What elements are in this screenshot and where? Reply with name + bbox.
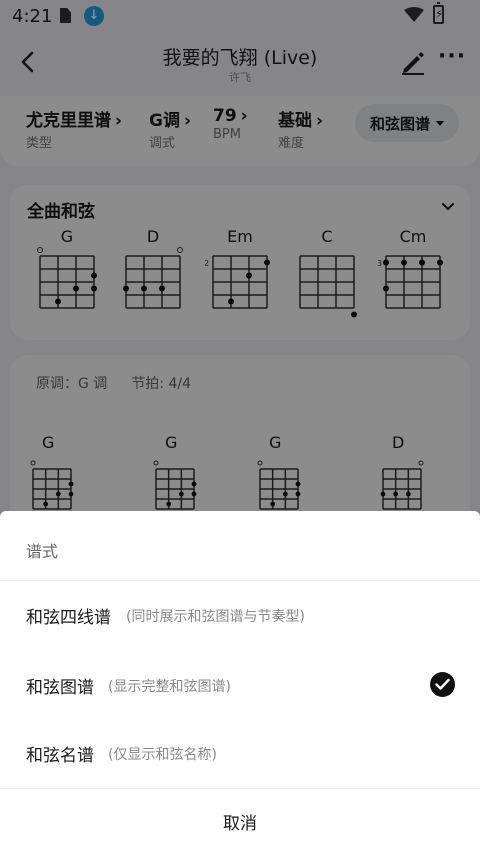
option-label: 和弦图谱 — [26, 678, 94, 698]
cancel-label: 取消 — [223, 814, 257, 834]
option-tab-chords[interactable]: 和弦四线谱 (同时展示和弦图谱与节奏型) — [0, 581, 480, 649]
option-label: 和弦名谱 — [26, 746, 94, 766]
cancel-button[interactable]: 取消 — [0, 789, 480, 853]
song-page: 4:21 ↓ ⚡ 我要的飞翔 (Live) 许飞 ··· 尤克里里谱 › 类型 G… — [0, 0, 480, 853]
option-desc: (同时展示和弦图谱与节奏型) — [126, 609, 305, 625]
sheet-header: 谱式 — [26, 542, 59, 561]
chart-style-sheet: 谱式 和弦四线谱 (同时展示和弦图谱与节奏型) 和弦图谱 (显示完整和弦图谱) … — [0, 511, 480, 853]
option-desc: (仅显示和弦名称) — [108, 747, 217, 763]
option-chord-diagrams[interactable]: 和弦图谱 (显示完整和弦图谱) — [0, 651, 480, 719]
option-desc: (显示完整和弦图谱) — [108, 679, 231, 695]
checkmark-icon — [430, 672, 455, 697]
option-chord-names[interactable]: 和弦名谱 (仅显示和弦名称) — [0, 719, 480, 787]
option-label: 和弦四线谱 — [26, 608, 111, 628]
